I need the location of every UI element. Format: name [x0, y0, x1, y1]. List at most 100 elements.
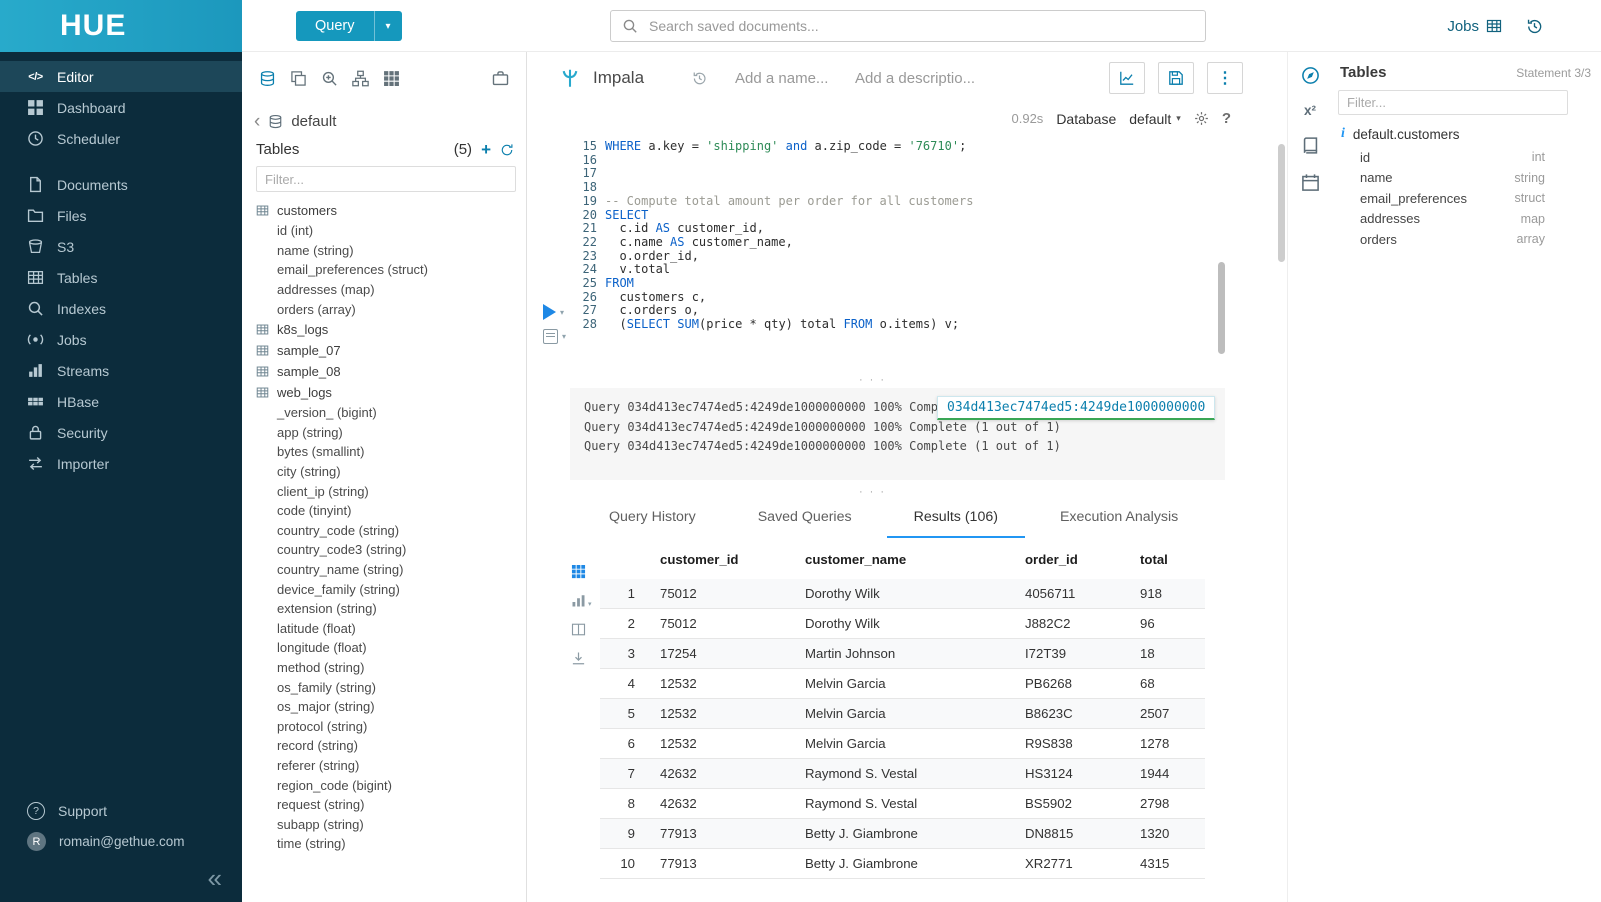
back-chevron-icon[interactable]: ‹	[254, 114, 260, 129]
query-history-button[interactable]	[1526, 18, 1543, 35]
assist-table-sample-08[interactable]: sample_08	[256, 361, 526, 382]
table-filter-input[interactable]	[256, 166, 516, 192]
assistant-compass-icon[interactable]	[1301, 66, 1320, 85]
chart-view-button[interactable]: ▾	[571, 593, 592, 608]
download-icon[interactable]	[571, 651, 586, 666]
results-header-customer-id[interactable]: customer_id	[645, 538, 790, 579]
briefcase-icon[interactable]	[492, 70, 509, 87]
table-row[interactable]: 317254Martin JohnsonI72T3918	[600, 639, 1205, 669]
table-row[interactable]: 742632Raymond S. VestalHS31241944	[600, 759, 1205, 789]
assist-column[interactable]: bytes (smallint)	[256, 442, 526, 462]
grid-view-icon[interactable]	[571, 564, 586, 579]
query-button-label[interactable]: Query	[296, 11, 374, 41]
results-header-order-id[interactable]: order_id	[1010, 538, 1125, 579]
assist-column[interactable]: os_family (string)	[256, 677, 526, 697]
assist-column[interactable]: subapp (string)	[256, 814, 526, 834]
assist-column[interactable]: region_code (bigint)	[256, 775, 526, 795]
assist-column[interactable]: method (string)	[256, 658, 526, 678]
resize-handle[interactable]	[570, 486, 1175, 496]
query-id-popup[interactable]: 034d413ec7474ed5:4249de1000000000	[937, 396, 1215, 420]
schedule-icon[interactable]	[1301, 173, 1320, 192]
assist-column[interactable]: city (string)	[256, 462, 526, 482]
explain-button[interactable]: ▾	[543, 329, 566, 344]
code-lines[interactable]: WHERE a.key = 'shipping' and a.zip_code …	[605, 140, 973, 332]
panel-scrollbar-thumb[interactable]	[1278, 144, 1285, 262]
apps-icon[interactable]	[383, 70, 400, 87]
table-row[interactable]: 412532Melvin GarciaPB626868	[600, 669, 1205, 699]
assist-table-k8s-logs[interactable]: k8s_logs	[256, 319, 526, 340]
results-header-customer-name[interactable]: customer_name	[790, 538, 1010, 579]
chart-button[interactable]	[1109, 62, 1145, 94]
database-selector[interactable]: default ▾	[1129, 111, 1181, 127]
table-row[interactable]: 842632Raymond S. VestalBS59022798	[600, 789, 1205, 819]
collapse-sidebar-icon[interactable]: «	[208, 863, 222, 893]
assist-column[interactable]: country_code (string)	[256, 521, 526, 541]
assist-column[interactable]: time (string)	[256, 834, 526, 854]
data-source-icon[interactable]	[259, 70, 276, 87]
new-query-button[interactable]: Query ▾	[296, 11, 402, 41]
sidebar-item-documents[interactable]: Documents	[0, 169, 242, 200]
assist-column[interactable]: longitude (float)	[256, 638, 526, 658]
assist-column-name[interactable]: namestring	[1360, 168, 1601, 189]
sidebar-item-security[interactable]: Security	[0, 417, 242, 448]
sidebar-account[interactable]: R romain@gethue.com	[0, 826, 242, 857]
sidebar-item-editor[interactable]: </>Editor	[0, 61, 242, 92]
table-row[interactable]: 612532Melvin GarciaR9S8381278	[600, 729, 1205, 759]
sidebar-item-tables[interactable]: Tables	[0, 262, 242, 293]
hue-logo[interactable]: HUE	[0, 0, 242, 52]
sidebar-item-support[interactable]: ? Support	[0, 795, 242, 826]
sidebar-item-dashboard[interactable]: Dashboard	[0, 92, 242, 123]
assist-column[interactable]: protocol (string)	[256, 716, 526, 736]
assist-column[interactable]: os_major (string)	[256, 697, 526, 717]
functions-icon[interactable]: x²	[1304, 103, 1316, 118]
add-table-icon[interactable]: +	[481, 143, 491, 157]
assist-column[interactable]: extension (string)	[256, 599, 526, 619]
save-button[interactable]	[1158, 62, 1194, 94]
sidebar-item-s3[interactable]: S3	[0, 231, 242, 262]
sidebar-item-streams[interactable]: Streams	[0, 355, 242, 386]
sidebar-item-jobs[interactable]: Jobs	[0, 324, 242, 355]
search-input[interactable]	[647, 17, 1194, 35]
assist-table-sample-07[interactable]: sample_07	[256, 340, 526, 361]
active-table-row[interactable]: i default.customers	[1338, 115, 1601, 147]
table-row[interactable]: 977913Betty J. GiambroneDN88151320	[600, 819, 1205, 849]
assist-column[interactable]: device_family (string)	[256, 579, 526, 599]
columns-view-icon[interactable]	[571, 622, 586, 637]
search-plus-icon[interactable]	[321, 70, 338, 87]
query-name-input[interactable]	[733, 69, 847, 88]
table-row[interactable]: 275012Dorothy WilkJ882C296	[600, 609, 1205, 639]
assist-column-email-preferences[interactable]: email_preferencesstruct	[1360, 188, 1601, 209]
assist-table-web-logs[interactable]: web_logs	[256, 382, 526, 403]
results-header-total[interactable]: total	[1125, 538, 1205, 579]
sidebar-item-importer[interactable]: Importer	[0, 448, 242, 479]
settings-button[interactable]	[1194, 111, 1209, 126]
assist-column[interactable]: _version_ (bigint)	[256, 403, 526, 423]
editor-scrollbar-thumb[interactable]	[1218, 262, 1225, 354]
tab-query-history[interactable]: Query History	[582, 498, 723, 538]
assist-table-customers[interactable]: customers	[256, 200, 526, 221]
help-icon[interactable]: ?	[1222, 110, 1231, 127]
assist-column[interactable]: referer (string)	[256, 756, 526, 776]
tab-execution-analysis[interactable]: Execution Analysis	[1033, 498, 1205, 538]
sidebar-item-indexes[interactable]: Indexes	[0, 293, 242, 324]
assist-column-addresses[interactable]: addressesmap	[1360, 209, 1601, 230]
more-actions-button[interactable]: ⋮	[1207, 62, 1243, 94]
breadcrumb-database-name[interactable]: default	[291, 113, 336, 130]
assist-column[interactable]: record (string)	[256, 736, 526, 756]
assist-column[interactable]: email_preferences (struct)	[256, 260, 526, 280]
query-description-input[interactable]	[853, 69, 989, 88]
assist-column[interactable]: client_ip (string)	[256, 481, 526, 501]
query-dropdown-caret-icon[interactable]: ▾	[374, 11, 402, 41]
resize-handle[interactable]	[570, 374, 1175, 384]
sitemap-icon[interactable]	[352, 70, 369, 87]
assist-column[interactable]: addresses (map)	[256, 280, 526, 300]
table-row[interactable]: 512532Melvin GarciaB8623C2507	[600, 699, 1205, 729]
assist-column[interactable]: code (tinyint)	[256, 501, 526, 521]
sidebar-item-hbase[interactable]: HBase	[0, 386, 242, 417]
assist-column[interactable]: latitude (float)	[256, 619, 526, 639]
assist-column[interactable]: country_code3 (string)	[256, 540, 526, 560]
assist-column[interactable]: orders (array)	[256, 299, 526, 319]
language-reference-icon[interactable]	[1301, 136, 1320, 155]
tab-results-106[interactable]: Results (106)	[887, 498, 1025, 538]
assist-column[interactable]: app (string)	[256, 423, 526, 443]
